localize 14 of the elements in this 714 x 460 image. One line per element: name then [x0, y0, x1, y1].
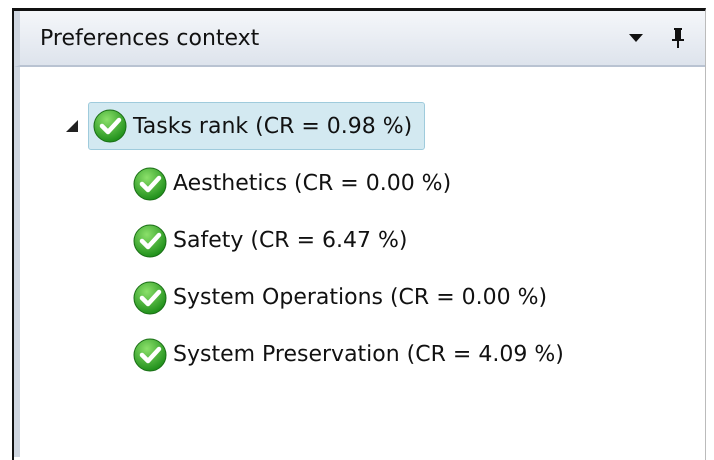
checkmark-icon [133, 280, 167, 314]
checkmark-icon [133, 224, 167, 258]
dropdown-caret-icon[interactable] [629, 34, 643, 42]
tree-item[interactable]: System Operations (CR = 0.00 %) [128, 274, 560, 322]
tree-item[interactable]: Tasks rank (CR = 0.98 %) [88, 102, 426, 150]
pin-icon[interactable] [671, 27, 685, 49]
panel-title: Preferences context [40, 26, 260, 50]
checkmark-icon [93, 109, 127, 143]
expand-arrow-icon[interactable] [66, 120, 78, 132]
tree-item[interactable]: Aesthetics (CR = 0.00 %) [128, 160, 464, 208]
tree-item[interactable]: System Preservation (CR = 4.09 %) [128, 330, 577, 378]
tree-item[interactable]: Safety (CR = 6.47 %) [128, 216, 420, 264]
checkmark-icon [133, 166, 167, 200]
checkmark-icon [133, 338, 167, 372]
